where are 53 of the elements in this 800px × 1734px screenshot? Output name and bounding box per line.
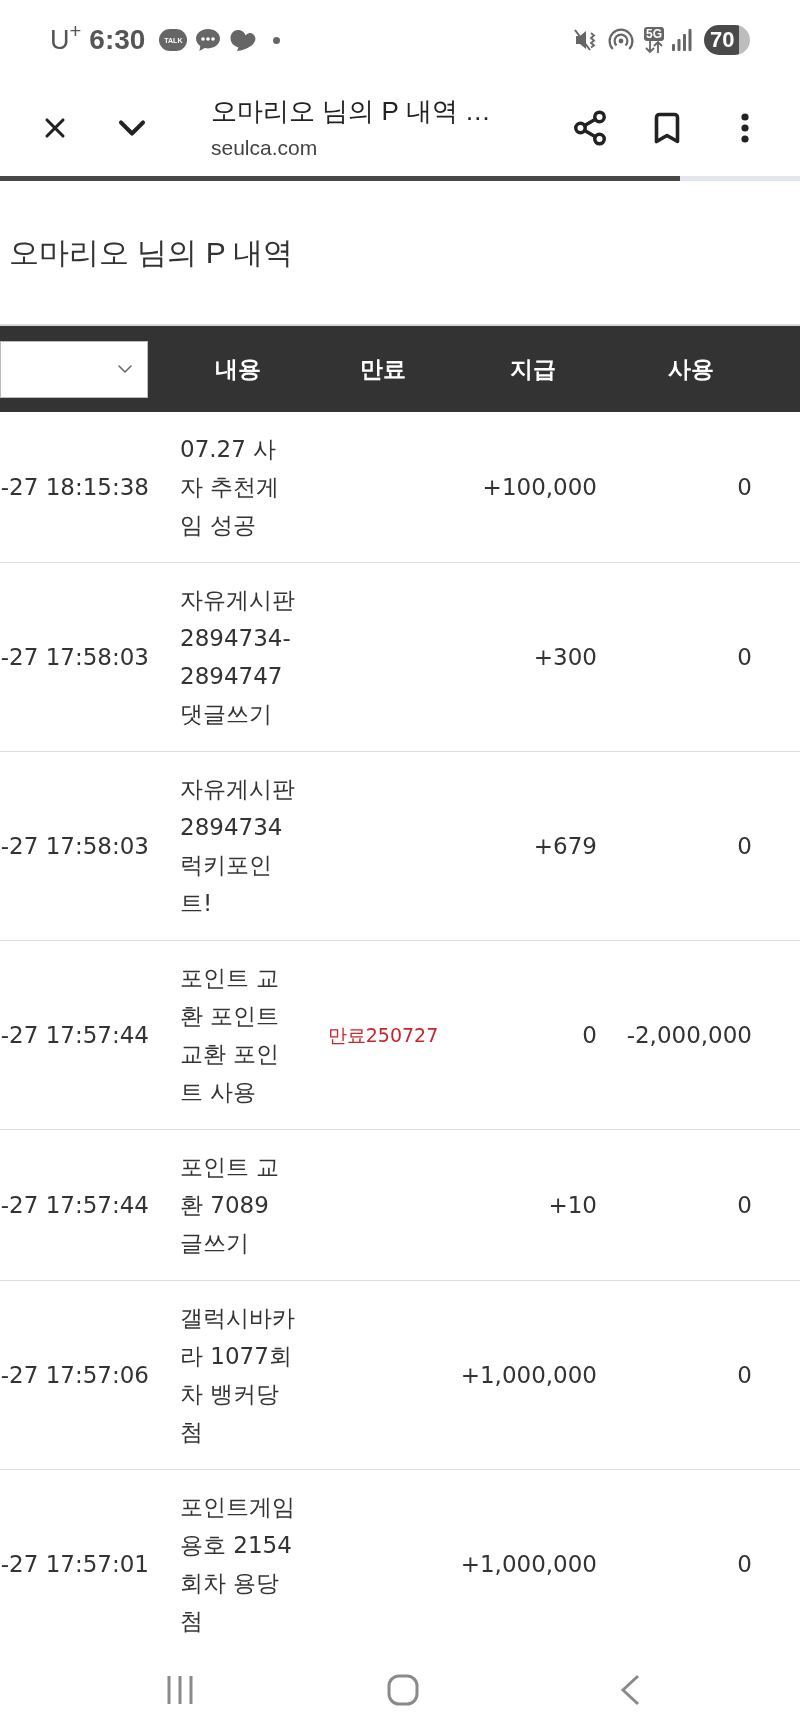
content-cell-text: 포인트 교환 7089 글쓰기 — [180, 1153, 281, 1258]
date-time-cell-text: -27 17:57:44 — [0, 1190, 149, 1220]
more-options-icon — [741, 113, 749, 143]
date-time-cell-text: -27 17:58:03 — [0, 642, 149, 672]
granted-amount-cell-text: +10 — [548, 1190, 597, 1220]
notification-dot-icon — [273, 36, 281, 44]
mute-vibrate-icon — [574, 28, 598, 52]
granted-amount-cell-text: +1,000,000 — [460, 1549, 597, 1579]
used-amount-cell-text: 0 — [737, 1549, 752, 1579]
signal-icon — [672, 29, 692, 51]
column-header: 지급 — [510, 354, 556, 384]
page-tab-title: 오마리오 님의 P 내역 … — [211, 96, 492, 126]
date-time-cell-text: -27 18:15:38 — [0, 472, 149, 502]
chat-bubble-icon — [195, 28, 222, 52]
page-url: seulca.com — [211, 135, 319, 160]
used-amount-cell-text: 0 — [737, 1190, 752, 1220]
carrier-name: U$^{+}$ — [50, 26, 82, 54]
date-time-cell-text: -27 17:58:03 — [0, 831, 149, 861]
page-title: 오마리오 님의 P 내역 — [9, 235, 294, 271]
used-amount-cell-text: 0 — [737, 472, 752, 502]
heart-icon — [229, 28, 258, 52]
granted-amount-cell-text: +1,000,000 — [460, 1360, 597, 1390]
share-icon — [571, 109, 609, 147]
data-arrows-icon — [644, 41, 664, 53]
back-icon[interactable] — [620, 1673, 640, 1706]
date-time-cell-text: -27 17:57:44 — [0, 1020, 149, 1050]
granted-amount-cell-text: 0 — [582, 1020, 597, 1050]
content-cell-text: 갤럭시바카라 1077회차 뱅커당첨 — [180, 1304, 296, 1447]
content-cell-text: 자유게시판 2894734 럭키포인트! — [180, 775, 296, 918]
battery-indicator: 70 — [704, 25, 750, 55]
granted-amount-cell-text: +100,000 — [482, 472, 597, 502]
column-header: 만료 — [360, 354, 406, 384]
granted-amount-cell-text: +300 — [533, 642, 597, 672]
network-type: 5G — [644, 27, 664, 41]
column-header: 내용 — [215, 354, 261, 384]
select-field[interactable] — [0, 340, 148, 398]
date-time-cell-text: -27 17:57:01 — [0, 1549, 149, 1579]
content-cell-text: 07.27 사자 추천게임 성공 — [180, 435, 281, 540]
expiry-cell-text: 만료250727 — [327, 1022, 439, 1048]
content-cell-text: 자유게시판 2894734-2894747 댓글쓰기 — [180, 586, 296, 729]
content-cell-text: 포인트 교환 포인트 교환 포인트 사용 — [180, 964, 281, 1107]
used-amount-cell-text: 0 — [737, 1360, 752, 1390]
recent-apps-icon[interactable] — [166, 1674, 194, 1705]
used-amount-cell-text: 0 — [737, 831, 752, 861]
hotspot-icon — [608, 28, 634, 52]
date-time-cell-text: -27 17:57:06 — [0, 1360, 149, 1390]
column-header: 사용 — [668, 354, 714, 384]
granted-amount-cell-text: +679 — [533, 831, 597, 861]
clock-time: 6:30 — [89, 26, 146, 54]
home-icon[interactable] — [387, 1673, 419, 1706]
used-amount-cell-text: -2,000,000 — [626, 1020, 752, 1050]
used-amount-cell-text: 0 — [737, 642, 752, 672]
content-cell-text: 포인트게임 용호 2154회차 용당첨 — [180, 1493, 296, 1636]
